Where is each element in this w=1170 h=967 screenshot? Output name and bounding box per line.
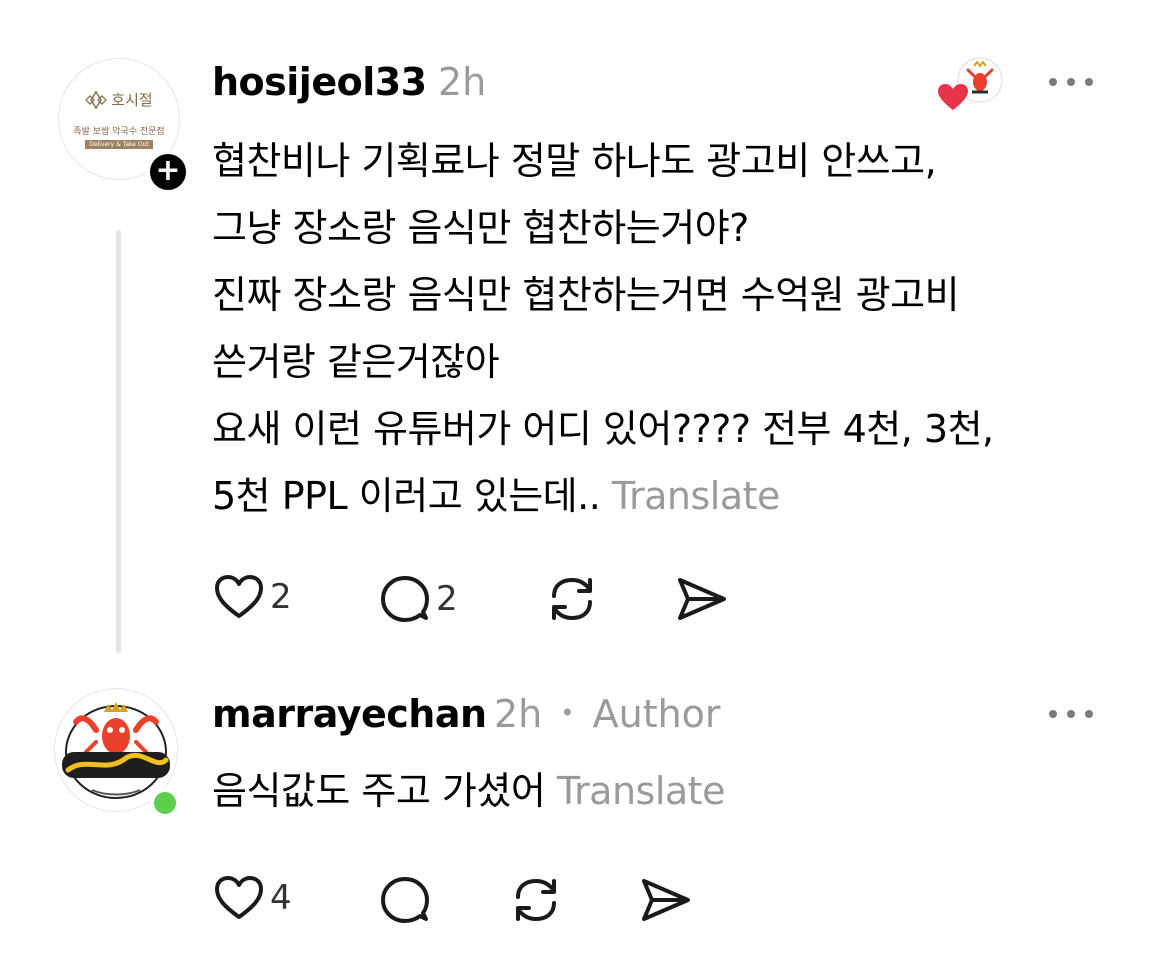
timestamp: 2h bbox=[494, 692, 543, 736]
liked-by-author-avatar bbox=[938, 54, 1004, 114]
more-dot bbox=[1085, 78, 1093, 86]
body-line: 그냥 장소랑 음식만 협찬하는거야? bbox=[212, 206, 749, 250]
username[interactable]: hosijeol33 bbox=[212, 60, 427, 104]
share-icon bbox=[678, 578, 726, 620]
share-button[interactable] bbox=[676, 576, 728, 622]
repost-button[interactable] bbox=[510, 875, 562, 925]
heart-icon bbox=[215, 575, 263, 618]
username[interactable]: marrayechan bbox=[212, 692, 487, 736]
thread-line bbox=[116, 230, 121, 653]
reply-button[interactable]: 2 bbox=[380, 574, 458, 624]
follow-plus-button[interactable]: + bbox=[146, 150, 190, 194]
comment-icon bbox=[381, 877, 429, 923]
more-options-button[interactable] bbox=[1049, 708, 1093, 720]
like-count: 2 bbox=[270, 577, 292, 617]
liked-heart-icon bbox=[938, 84, 968, 110]
body-line-last: 5천 PPL 이러고 있는데.. Translate bbox=[212, 463, 994, 530]
plus-icon: + bbox=[155, 153, 181, 188]
timestamp: 2h bbox=[438, 60, 487, 104]
more-dot bbox=[1049, 710, 1057, 718]
diamond-logo-icon bbox=[85, 90, 108, 109]
more-options-button[interactable] bbox=[1049, 76, 1093, 88]
more-dot bbox=[1067, 78, 1075, 86]
like-button[interactable]: 2 bbox=[214, 574, 292, 620]
repost-icon bbox=[552, 577, 592, 621]
reply-count: 2 bbox=[436, 579, 458, 619]
body-line: 요새 이런 유튜버가 어디 있어???? 전부 4천, 3천, bbox=[212, 407, 994, 451]
more-dot bbox=[1049, 78, 1057, 86]
like-button[interactable]: 4 bbox=[214, 875, 292, 921]
post-body: 협찬비나 기획료나 정말 하나도 광고비 안쓰고, 그냥 장소랑 음식만 협찬하… bbox=[212, 128, 994, 530]
reply-button[interactable] bbox=[380, 875, 430, 925]
translate-link[interactable]: Translate bbox=[557, 769, 726, 813]
body-line-last: 음식값도 주고 가셨어 Translate bbox=[212, 758, 725, 825]
brand-sub: Delivery & Take Out bbox=[85, 140, 153, 149]
brand-name: 호시절 bbox=[111, 91, 153, 109]
meta-separator: • bbox=[560, 699, 575, 727]
body-line: 진짜 장소랑 음식만 협찬하는거면 수억원 광고비 bbox=[212, 273, 960, 317]
more-dot bbox=[1067, 710, 1075, 718]
share-button[interactable] bbox=[640, 877, 692, 923]
repost-icon bbox=[516, 878, 556, 922]
repost-button[interactable] bbox=[546, 574, 598, 624]
online-status-indicator bbox=[150, 788, 180, 818]
post-meta: 2h • Author bbox=[494, 692, 721, 736]
comment-icon bbox=[381, 576, 429, 622]
body-line-text: 음식값도 주고 가셨어 bbox=[212, 769, 546, 813]
translate-link[interactable]: Translate bbox=[612, 474, 781, 518]
heart-icon bbox=[215, 876, 263, 919]
body-line: 쓴거랑 같은거잖아 bbox=[212, 340, 500, 384]
body-line: 협찬비나 기획료나 정말 하나도 광고비 안쓰고, bbox=[212, 139, 937, 183]
body-line-text: 5천 PPL 이러고 있는데.. bbox=[212, 474, 601, 518]
share-icon bbox=[642, 879, 690, 921]
author-badge: Author bbox=[592, 692, 721, 736]
like-count: 4 bbox=[270, 878, 292, 918]
post-body: 음식값도 주고 가셨어 Translate bbox=[212, 758, 725, 825]
more-dot bbox=[1085, 710, 1093, 718]
logo-mark: 호시절 bbox=[85, 89, 153, 110]
brand-tagline: 족발 보쌈 막국수 전문점 bbox=[73, 127, 165, 137]
